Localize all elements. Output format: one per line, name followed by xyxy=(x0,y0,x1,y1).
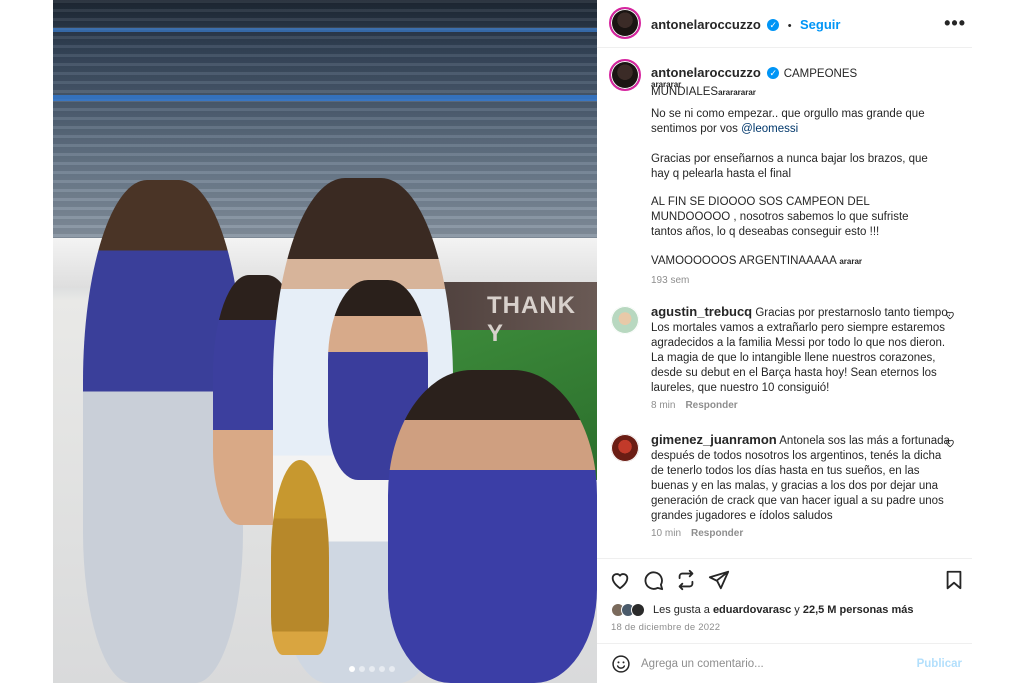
add-comment-bar: Publicar xyxy=(597,643,972,683)
comment-meta: 10 min Responder xyxy=(651,528,743,539)
carousel-dot xyxy=(349,666,355,672)
golden-ball-trophy xyxy=(271,460,329,655)
caption-paragraph-2: Gracias por enseñarnos a nunca bajar los… xyxy=(651,153,928,180)
likes-count[interactable]: 22,5 M personas más xyxy=(803,604,914,616)
stadium-led-ring-upper xyxy=(53,28,597,32)
verified-badge-icon: ✓ xyxy=(767,18,780,31)
header-user-row: antonelaroccuzzo ✓ • Seguir xyxy=(651,16,840,34)
likes-and: y xyxy=(791,604,803,616)
likes-summary[interactable]: Les gusta a eduardovarasc y 22,5 M perso… xyxy=(653,604,914,616)
person-child-front xyxy=(388,370,597,683)
liker-avatars xyxy=(611,603,645,617)
more-options-icon[interactable]: ••• xyxy=(944,13,966,34)
carousel-dot xyxy=(359,666,365,672)
caption-paragraph-4: VAMOOOOOOS ARGENTINAAAAA ararar xyxy=(651,254,941,269)
caption-p4-suffix: ararar xyxy=(839,257,862,266)
carousel-dot xyxy=(379,666,385,672)
comment-time: 8 min xyxy=(651,400,676,411)
comment-time: 10 min xyxy=(651,528,682,539)
stadium-led-ring xyxy=(53,95,597,101)
like-comment-heart-icon[interactable] xyxy=(945,438,955,448)
header-separator: • xyxy=(787,20,792,32)
carousel-dot xyxy=(389,666,395,672)
comments-scroll-area[interactable]: antonelaroccuzzo ✓ CAMPEONES MUNDIALESar… xyxy=(597,48,972,558)
emoji-icon[interactable] xyxy=(611,654,631,674)
follow-button[interactable]: Seguir xyxy=(800,17,840,32)
caption-second-line: arararar xyxy=(651,80,682,89)
repost-icon[interactable] xyxy=(675,569,697,591)
publish-button[interactable]: Publicar xyxy=(917,658,962,670)
verified-badge-icon: ✓ xyxy=(767,66,780,79)
comment-username[interactable]: agustin_trebucq xyxy=(651,304,752,319)
comment-meta: 8 min Responder xyxy=(651,400,738,411)
likes-user[interactable]: eduardovarasc xyxy=(713,604,791,616)
post-photo[interactable]: THANK Y › xyxy=(53,0,597,683)
comment-body: agustin_trebucq Gracias por prestarnoslo… xyxy=(651,304,951,396)
caption-p4-text: VAMOOOOOOS ARGENTINAAAAA xyxy=(651,255,837,267)
comment-item: agustin_trebucq Gracias por prestarnoslo… xyxy=(611,304,959,424)
comment-input[interactable] xyxy=(641,654,901,674)
caption-title-row: antonelaroccuzzo ✓ CAMPEONES MUNDIALESar… xyxy=(651,64,951,100)
like-heart-icon[interactable] xyxy=(609,569,631,591)
save-bookmark-icon[interactable] xyxy=(943,569,965,591)
comment-body: gimenez_juanramon Antonela sos las más a… xyxy=(651,432,951,524)
commenter-avatar[interactable] xyxy=(611,306,639,334)
like-comment-heart-icon[interactable] xyxy=(945,310,955,320)
caption-paragraph-3: AL FIN SE DIOOOO SOS CAMPEON DEL MUNDOOO… xyxy=(651,196,909,238)
comment-bubble-icon[interactable] xyxy=(642,569,664,591)
comment-text: Gracias por prestarnoslo tanto tiempo. L… xyxy=(651,307,951,394)
caption-paragraph-1: No se ni como empezar.. que orgullo mas … xyxy=(651,107,931,137)
author-username[interactable]: antonelaroccuzzo xyxy=(651,17,761,32)
caption-avatar[interactable] xyxy=(609,59,641,91)
comment-username[interactable]: gimenez_juanramon xyxy=(651,432,777,447)
author-avatar[interactable] xyxy=(609,7,641,39)
comment-item: gimenez_juanramon Antonela sos las más a… xyxy=(611,432,959,552)
comment-text: Antonela sos las más a fortunada después… xyxy=(651,435,950,522)
carousel-dots xyxy=(349,666,395,672)
liker-avatar xyxy=(631,603,645,617)
caption-username[interactable]: antonelaroccuzzo xyxy=(651,65,761,80)
post-actions: Les gusta a eduardovarasc y 22,5 M perso… xyxy=(597,558,972,643)
reply-button[interactable]: Responder xyxy=(685,400,737,411)
caption-time: 193 sem xyxy=(651,275,690,286)
post-header: antonelaroccuzzo ✓ • Seguir ••• xyxy=(597,0,972,48)
carousel-dot xyxy=(369,666,375,672)
share-paper-plane-icon[interactable] xyxy=(708,569,730,591)
reply-button[interactable]: Responder xyxy=(691,528,743,539)
post-side-panel: antonelaroccuzzo ✓ • Seguir ••• antonela… xyxy=(597,0,972,683)
mention-link[interactable]: @leomessi xyxy=(741,123,798,135)
caption-title-suffix: ararararar xyxy=(718,88,756,97)
post-date: 18 de diciembre de 2022 xyxy=(611,622,721,633)
likes-prefix: Les gusta a xyxy=(653,604,713,616)
commenter-avatar[interactable] xyxy=(611,434,639,462)
